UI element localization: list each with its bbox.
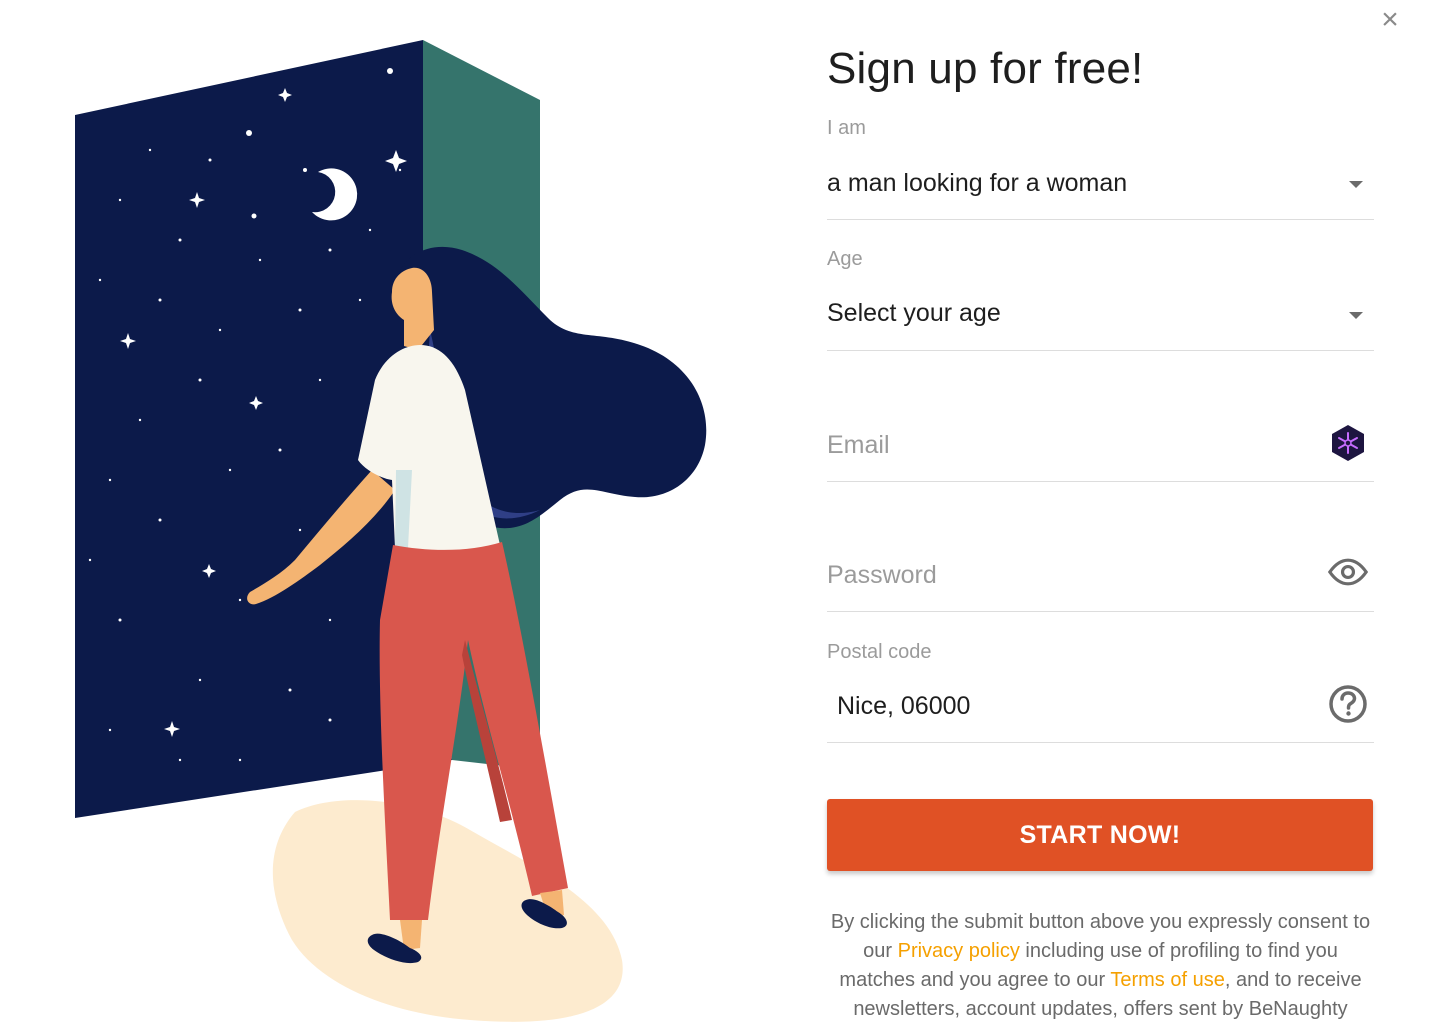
eye-icon[interactable] [1328, 552, 1368, 592]
i-am-value: a man looking for a woman [827, 169, 1128, 197]
page-title: Sign up for free! [827, 44, 1144, 93]
signup-form: Sign up for free! I am a man looking for… [827, 0, 1374, 1030]
chevron-down-icon [1349, 312, 1363, 319]
close-button[interactable]: × [1374, 4, 1406, 36]
postal-code-label: Postal code [827, 641, 932, 663]
start-now-button[interactable]: START NOW! [827, 799, 1373, 871]
terms-of-use-link[interactable]: Terms of use [1110, 969, 1224, 991]
age-select[interactable]: Age Select your age [827, 243, 1374, 351]
password-placeholder: Password [827, 561, 937, 589]
signup-page: × Sign up for free! I am a man looking f… [0, 0, 1430, 1030]
floor-light [272, 800, 623, 1022]
password-field[interactable]: Password [827, 530, 1374, 612]
age-value: Select your age [827, 299, 1001, 327]
age-label: Age [827, 248, 863, 270]
chevron-down-icon [1349, 181, 1363, 188]
i-am-label: I am [827, 117, 866, 139]
email-field[interactable]: Email [827, 400, 1374, 482]
postal-code-value: Nice, 06000 [837, 692, 971, 720]
i-am-select[interactable]: I am a man looking for a woman [827, 112, 1374, 220]
postal-code-field[interactable]: Postal code Nice, 06000 [827, 636, 1374, 743]
privacy-policy-link[interactable]: Privacy policy [898, 940, 1020, 962]
email-placeholder: Email [827, 431, 890, 459]
night-door-illustration [75, 40, 707, 1022]
password-manager-icon[interactable] [1328, 423, 1368, 463]
close-icon: × [1381, 3, 1399, 36]
question-circle-icon[interactable] [1328, 684, 1368, 724]
consent-text: By clicking the submit button above you … [827, 908, 1374, 1024]
